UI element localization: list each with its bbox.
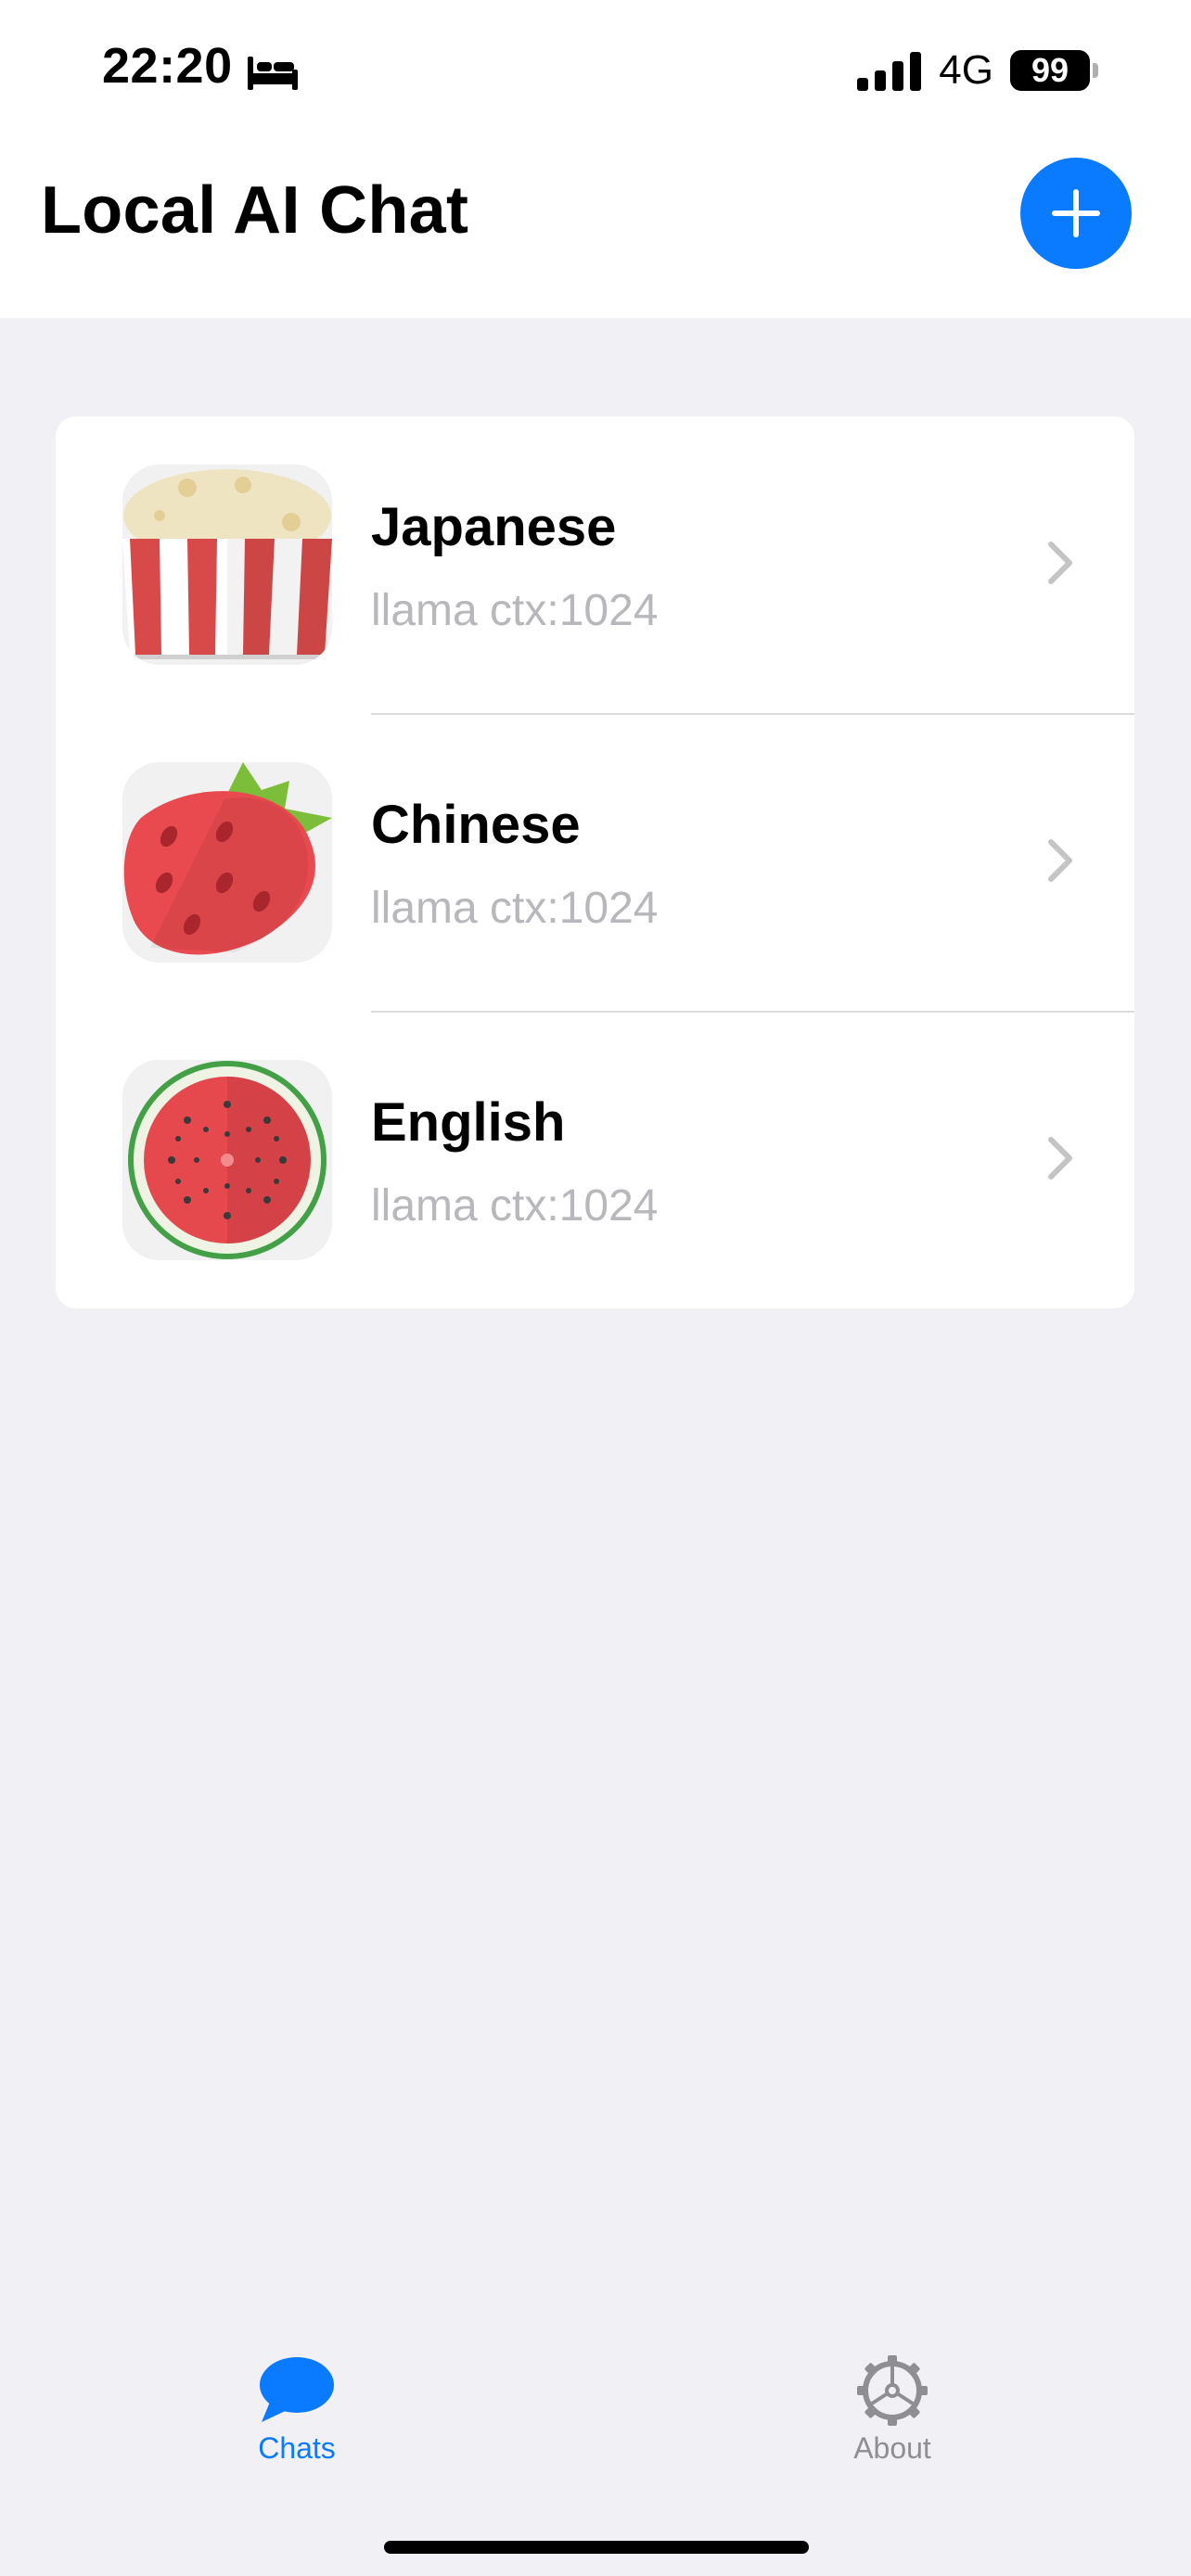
chat-subtitle: llama ctx:1024	[371, 1181, 659, 1231]
strawberry-icon	[122, 762, 332, 963]
battery-cap	[1093, 63, 1098, 78]
battery-level: 99	[1010, 50, 1090, 91]
chevron-right-icon	[1048, 1137, 1072, 1180]
tab-label: About	[853, 2431, 931, 2465]
chevron-right-icon	[1048, 542, 1072, 584]
chat-name: English	[371, 1092, 566, 1153]
time-label: 22:20	[102, 38, 233, 94]
chat-row-chinese[interactable]: Chinese llama ctx:1024	[56, 714, 1134, 1011]
signal-icon	[857, 52, 922, 91]
tab-label: Chats	[258, 2431, 336, 2465]
chevron-right-icon	[1048, 839, 1072, 882]
chat-subtitle: llama ctx:1024	[371, 586, 659, 635]
gear-icon	[857, 2355, 928, 2426]
bed-icon	[246, 46, 300, 90]
tab-about[interactable]: About	[800, 2355, 985, 2466]
tab-chats[interactable]: Chats	[204, 2355, 390, 2466]
status-bar-time: 22:20	[102, 37, 300, 95]
chat-name: Japanese	[371, 497, 617, 557]
chat-bubble-icon	[260, 2357, 334, 2422]
top-bar: 22:20 4G 99 Local AI Chat	[0, 0, 1191, 318]
page-title: Local AI Chat	[41, 173, 469, 248]
chat-list: Japanese llama ctx:1024 Chinese llama ct…	[56, 416, 1134, 1308]
new-chat-button[interactable]	[1020, 158, 1132, 269]
status-bar-right: 4G 99	[857, 45, 1098, 96]
home-indicator[interactable]	[384, 2541, 809, 2554]
chat-subtitle: llama ctx:1024	[371, 884, 659, 933]
chat-name: Chinese	[371, 795, 581, 855]
battery-icon: 99	[1010, 50, 1098, 91]
watermelon-icon	[122, 1060, 332, 1260]
network-type-label: 4G	[939, 47, 993, 93]
popcorn-icon	[122, 465, 332, 665]
chat-row-english[interactable]: English llama ctx:1024	[56, 1012, 1134, 1308]
chat-row-japanese[interactable]: Japanese llama ctx:1024	[56, 416, 1134, 713]
